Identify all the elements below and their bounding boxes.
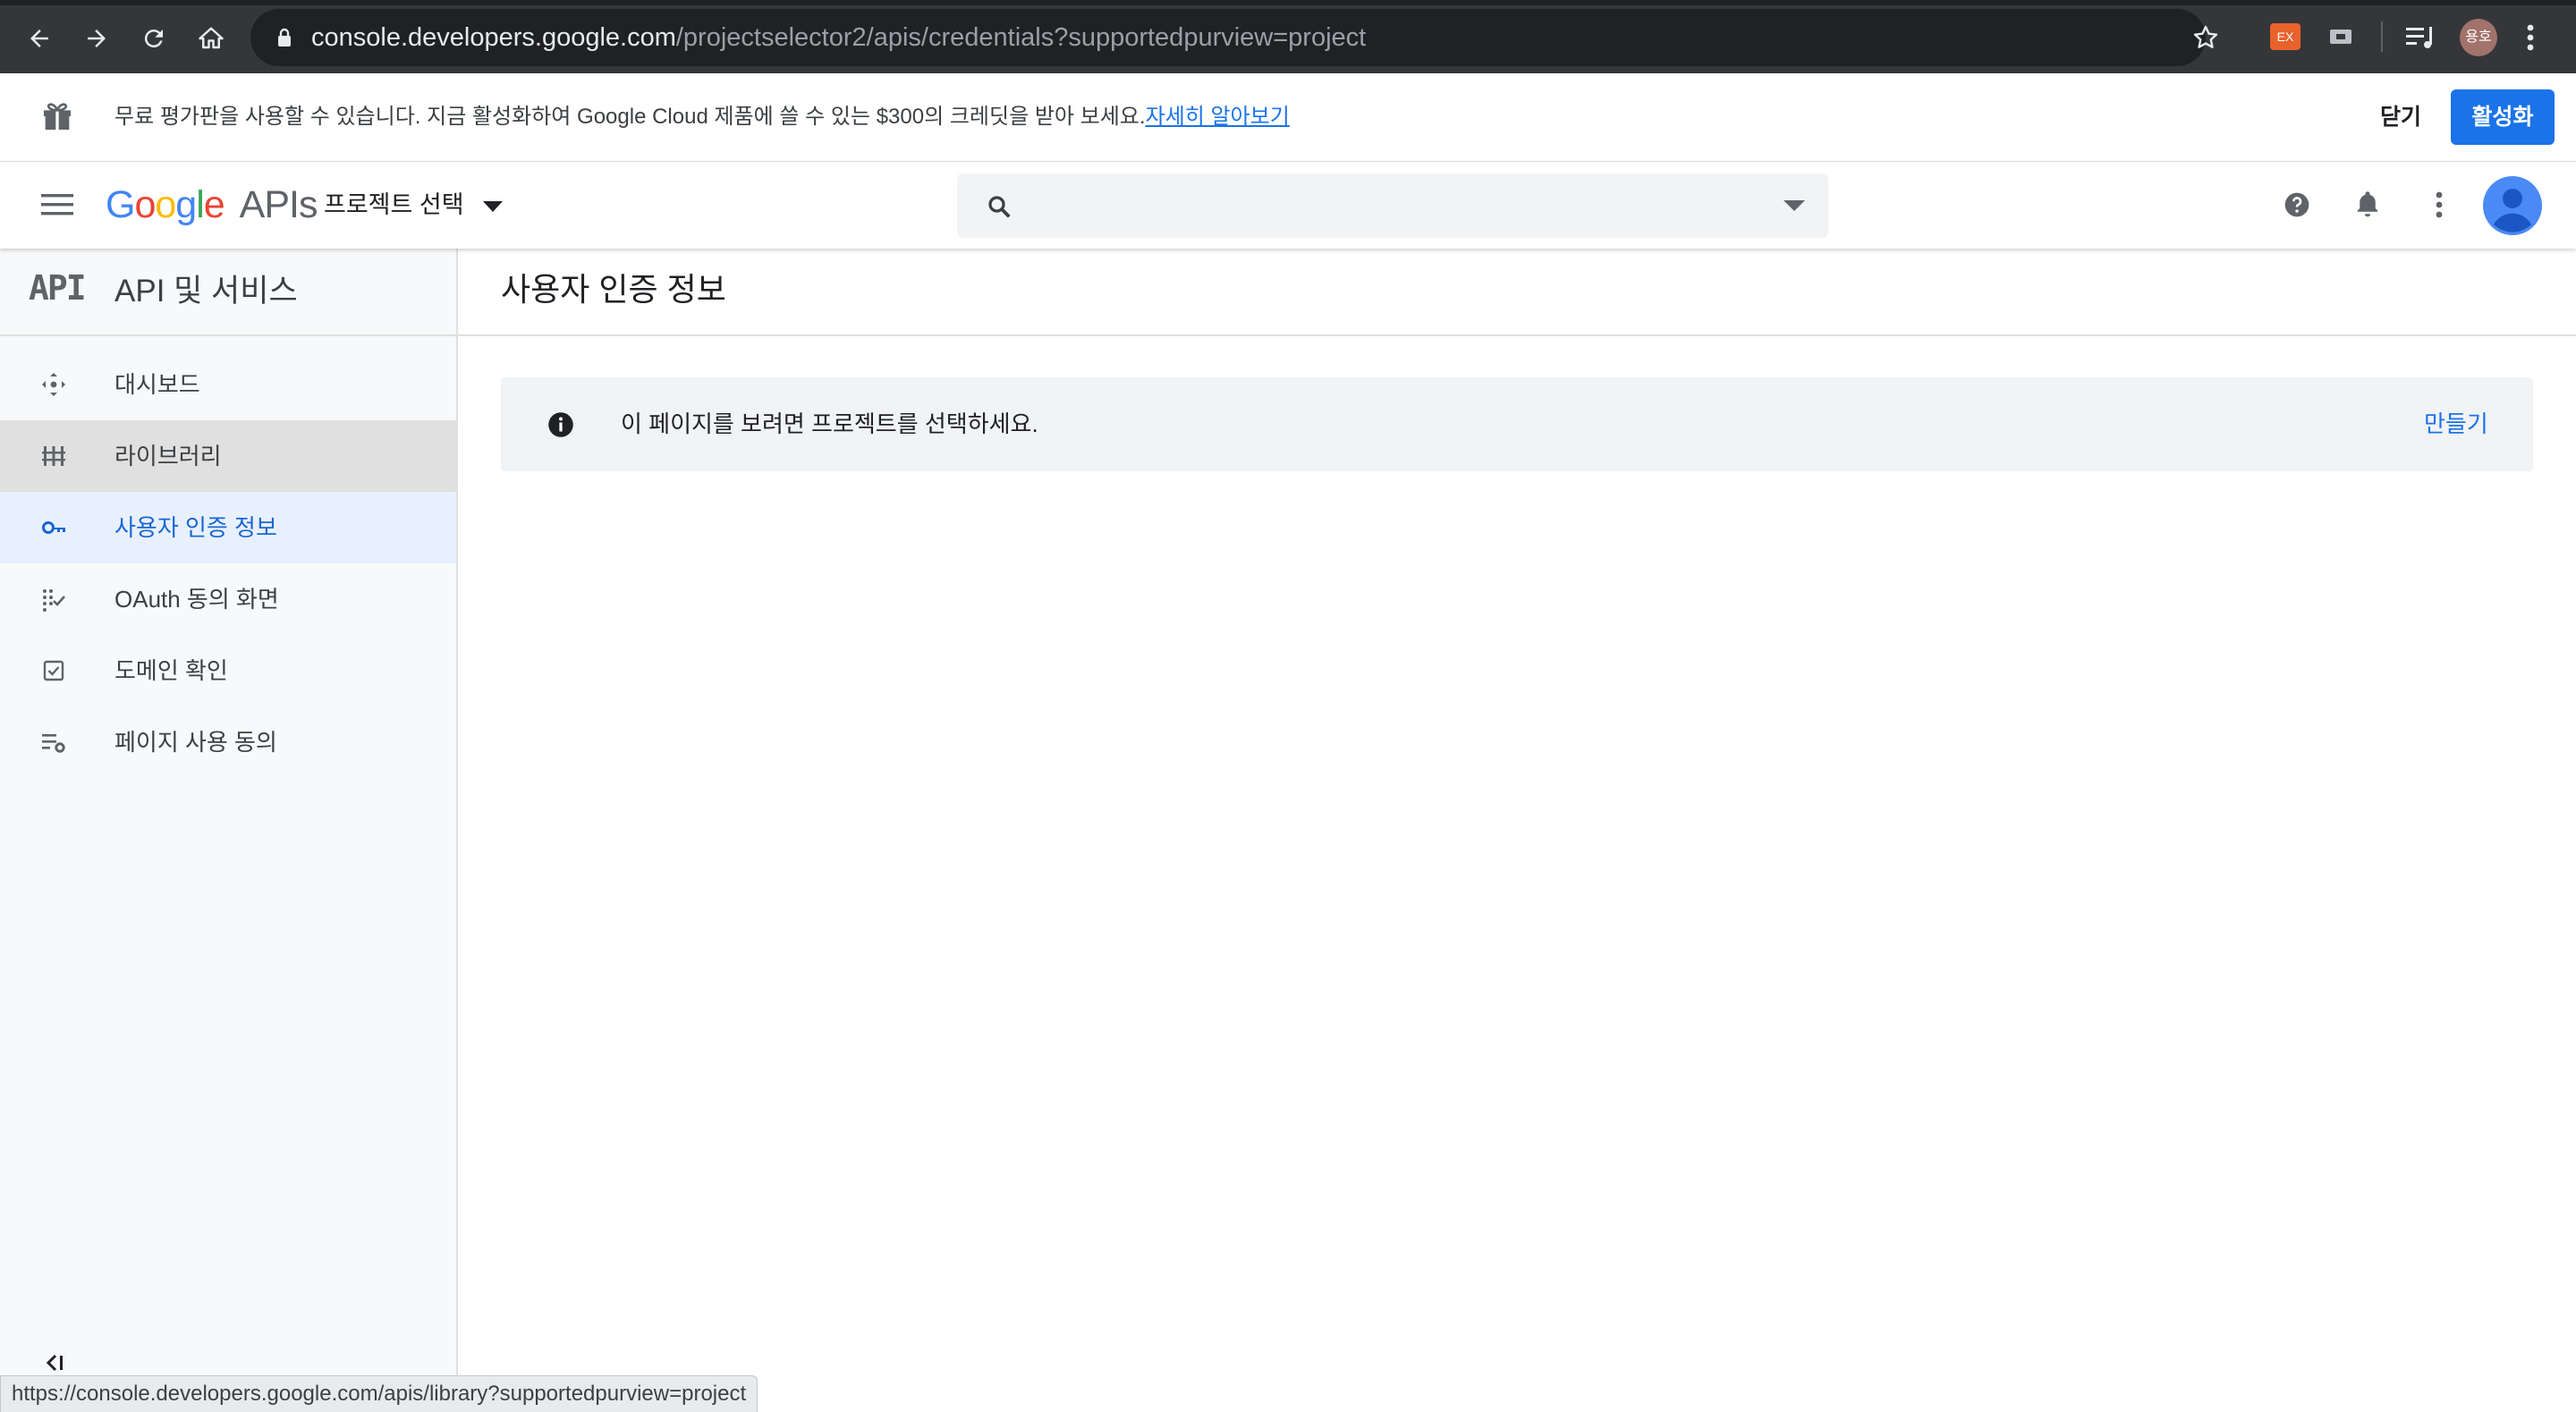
title-divider [458,334,2576,336]
sidebar-item-label: 페이지 사용 동의 [114,729,277,756]
browser-menu-icon[interactable] [2526,23,2535,52]
sidebar-item-label: OAuth 동의 화면 [114,586,279,613]
sidebar-item-dashboard[interactable]: 대시보드 [0,349,456,420]
back-button[interactable] [14,13,64,63]
sidebar-item-credentials[interactable]: 사용자 인증 정보 [0,492,456,563]
activate-button[interactable]: 활성화 [2451,89,2555,145]
promo-message: 무료 평가판을 사용할 수 있습니다. 지금 활성화하여 Google Clou… [114,73,1290,161]
sidebar-item-label: 도메인 확인 [114,657,228,684]
sidebar-item-label: 라이브러리 [114,443,222,469]
library-icon [41,444,66,469]
notifications-bell-icon[interactable] [2354,189,2381,219]
lock-icon[interactable] [275,27,293,48]
back-arrow-icon [26,25,53,52]
forward-arrow-icon [83,25,110,52]
extension-ex-icon[interactable]: EX [2270,23,2301,50]
account-avatar-icon[interactable] [2483,176,2542,235]
media-control-icon[interactable] [2406,25,2436,50]
more-options-icon[interactable] [2435,190,2444,219]
page-title: 사용자 인증 정보 [501,271,726,308]
notice-message: 이 페이지를 보려면 프로젝트를 선택하세요. [621,410,1038,437]
sidebar-item-oauth-consent[interactable]: OAuth 동의 화면 [0,563,456,635]
info-icon [547,411,574,438]
toolbar-divider [2381,21,2383,52]
app-header: Google APIs 프로젝트 선택 [0,162,2576,249]
extension-cast-icon[interactable] [2329,29,2352,47]
promo-text: 무료 평가판을 사용할 수 있습니다. 지금 활성화하여 Google Clou… [114,105,1146,129]
search-bar[interactable] [957,173,1828,238]
browser-toolbar: console.developers.google.com/projectsel… [0,0,2576,73]
address-bar[interactable]: console.developers.google.com/projectsel… [250,9,2218,66]
api-logo-icon: API [29,268,87,308]
reload-icon [140,25,167,52]
google-apis-logo[interactable]: Google APIs [106,178,318,232]
dashboard-icon [41,372,66,397]
forward-button[interactable] [72,13,122,63]
bookmark-star-icon[interactable] [2191,23,2220,52]
create-project-link[interactable]: 만들기 [2424,377,2488,471]
sidebar-item-label: 대시보드 [114,371,200,398]
sidebar-header: API API 및 서비스 [0,249,456,336]
dismiss-button[interactable]: 닫기 [2358,95,2444,140]
hamburger-menu-icon[interactable] [39,191,75,218]
profile-avatar[interactable]: 용호 [2460,19,2497,56]
learn-more-link[interactable]: 자세히 알아보기 [1146,105,1290,129]
home-button[interactable] [186,13,236,63]
sidebar-item-label: 사용자 인증 정보 [114,514,277,541]
url-host: console.developers.google.com [311,23,676,52]
select-project-notice: 이 페이지를 보려면 프로젝트를 선택하세요. 만들기 [501,377,2533,471]
gift-icon [39,98,75,134]
url-path: /projectselector2/apis/credentials?suppo… [675,23,1367,52]
sidebar-item-library[interactable]: 라이브러리 [0,420,456,492]
sidebar: API API 및 서비스 대시보드 라이브러리 사용자 인증 정보 OAuth… [0,249,458,1411]
reload-button[interactable] [129,13,179,63]
google-logo-icon: Google [106,183,225,226]
logo-apis-text: APIs [239,183,318,226]
oauth-icon [41,587,66,612]
search-icon [986,193,1013,220]
extension-ex-label: EX [2276,30,2294,44]
search-dropdown-icon[interactable] [1784,200,1805,211]
sidebar-item-page-usage-agreements[interactable]: 페이지 사용 동의 [0,706,456,778]
url-text: console.developers.google.com/projectsel… [311,9,1366,66]
checkbox-icon [41,658,66,683]
settings-list-icon [41,730,66,755]
help-icon[interactable] [2283,190,2311,219]
sidebar-title: API 및 서비스 [114,274,298,309]
project-selector-label: 프로젝트 선택 [324,191,464,218]
profile-initials: 용호 [2465,30,2492,45]
dropdown-arrow-icon [483,200,504,212]
tab-strip [0,0,2576,5]
link-hover-status: https://console.developers.google.com/ap… [0,1375,758,1412]
project-selector[interactable]: 프로젝트 선택 [324,178,504,232]
free-trial-banner: 무료 평가판을 사용할 수 있습니다. 지금 활성화하여 Google Clou… [0,73,2576,162]
key-icon [41,515,66,540]
home-icon [198,25,225,52]
sidebar-item-domain-verification[interactable]: 도메인 확인 [0,635,456,706]
